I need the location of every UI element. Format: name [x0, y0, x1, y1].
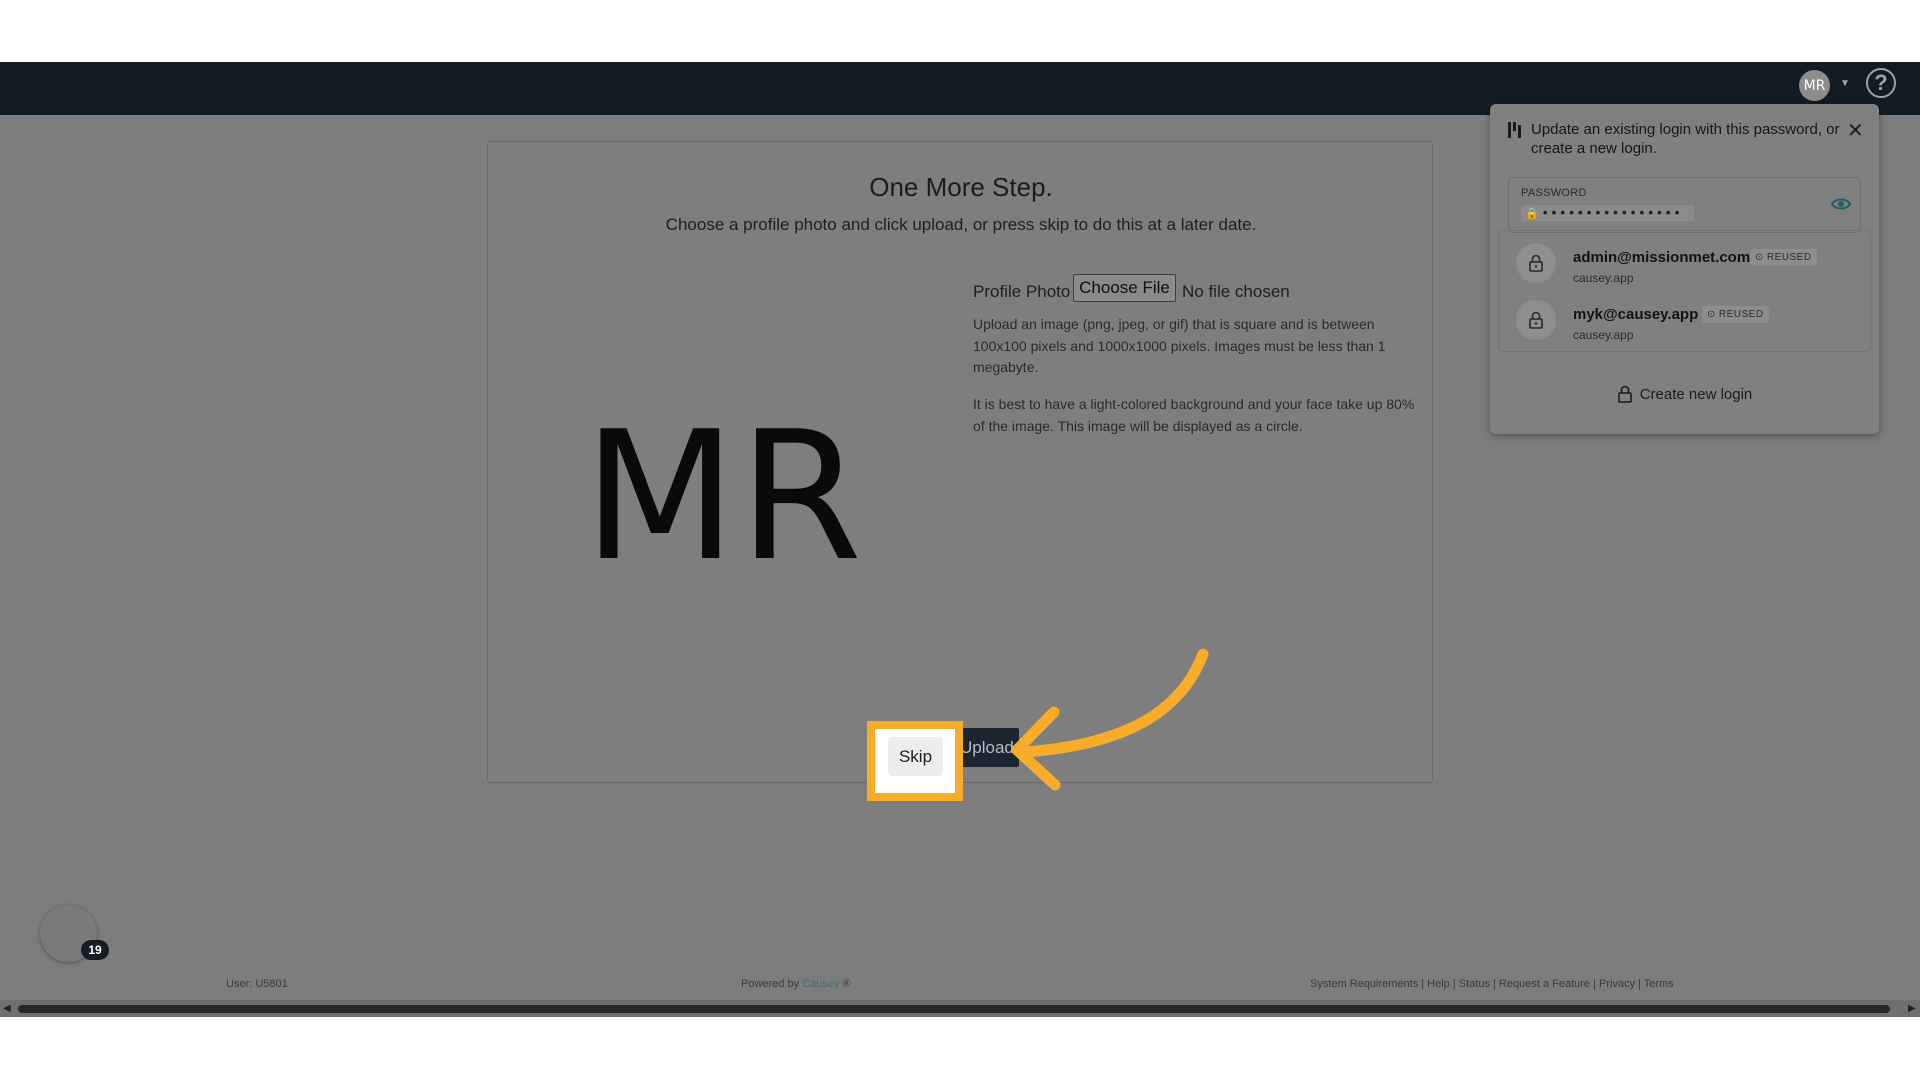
lock-small-icon: 🔒 [1525, 208, 1539, 220]
password-dots: • • • • • • • • • • • • • • • • [1542, 204, 1680, 220]
notification-count-badge: 19 [81, 940, 109, 960]
password-field[interactable]: PASSWORD 🔒 • • • • • • • • • • • • • • • … [1508, 177, 1861, 233]
choose-file-button[interactable]: Choose File [1073, 274, 1176, 302]
photo-tips-text: It is best to have a light-colored backg… [973, 396, 1415, 434]
footer-powered-by: Powered by Causey ® [741, 978, 851, 990]
login-item[interactable]: myk@causey.app ⊙ REUSED causey.app [1499, 300, 1872, 357]
scrollbar-thumb[interactable] [18, 1005, 1890, 1013]
clock-icon: ⊙ [1755, 252, 1764, 263]
create-new-login-button[interactable]: Create new login [1490, 382, 1879, 406]
upload-requirements-text: Upload an image (png, jpeg, or gif) that… [973, 316, 1386, 375]
scroll-right-arrow-icon[interactable]: ▶ [1908, 1003, 1916, 1014]
reused-badge: ⊙ REUSED [1750, 249, 1817, 266]
login-item[interactable]: admin@missionmet.com ⊙ REUSED causey.app [1499, 243, 1872, 300]
close-icon[interactable]: ✕ [1847, 118, 1864, 143]
file-status-text: No file chosen [1182, 282, 1290, 301]
login-site: causey.app [1573, 271, 1634, 285]
password-manager-logo-icon [1508, 122, 1521, 138]
scroll-left-arrow-icon[interactable]: ◀ [3, 1003, 11, 1014]
skip-button[interactable]: Skip [888, 737, 943, 776]
login-email: admin@missionmet.com [1573, 249, 1751, 266]
lock-icon [1516, 300, 1556, 340]
profile-photo-label: Profile Photo [973, 282, 1071, 301]
app-window: MR ▼ ? One More Step. Choose a profile p… [0, 62, 1920, 1017]
powered-suffix: ® [839, 978, 851, 990]
page-title: One More Step. [869, 172, 1053, 202]
lock-icon [1617, 385, 1632, 403]
reused-badge-label: REUSED [1718, 309, 1764, 320]
user-avatar[interactable]: MR [1799, 70, 1830, 101]
login-site: causey.app [1573, 328, 1634, 342]
reused-badge: ⊙ REUSED [1702, 306, 1769, 323]
chevron-down-icon[interactable]: ▼ [1840, 78, 1850, 89]
reused-badge-label: REUSED [1766, 252, 1812, 263]
question-circle-icon[interactable]: ? [1866, 68, 1896, 98]
footer-links[interactable]: System Requirements | Help | Status | Re… [1310, 978, 1674, 990]
eye-icon[interactable] [1831, 197, 1851, 211]
existing-logins-list: admin@missionmet.com ⊙ REUSED causey.app … [1498, 230, 1871, 352]
page-subtitle: Choose a profile photo and click upload,… [665, 215, 1257, 234]
clock-icon: ⊙ [1707, 309, 1716, 320]
login-email: myk@causey.app [1573, 306, 1699, 323]
footer-user-id: User: U5801 [226, 978, 288, 990]
causey-link[interactable]: Causey [802, 978, 839, 990]
lock-icon [1516, 243, 1556, 283]
profile-photo-card: One More Step. Choose a profile photo an… [487, 141, 1433, 801]
password-label: PASSWORD [1521, 187, 1587, 199]
powered-prefix: Powered by [741, 978, 803, 990]
popup-heading: Update an existing login with this passw… [1531, 121, 1840, 157]
create-new-login-label: Create new login [1639, 385, 1753, 403]
password-manager-popup: Update an existing login with this passw… [1490, 104, 1879, 434]
password-value: 🔒 • • • • • • • • • • • • • • • • [1521, 205, 1694, 221]
avatar-initials-preview: MR [583, 393, 865, 600]
